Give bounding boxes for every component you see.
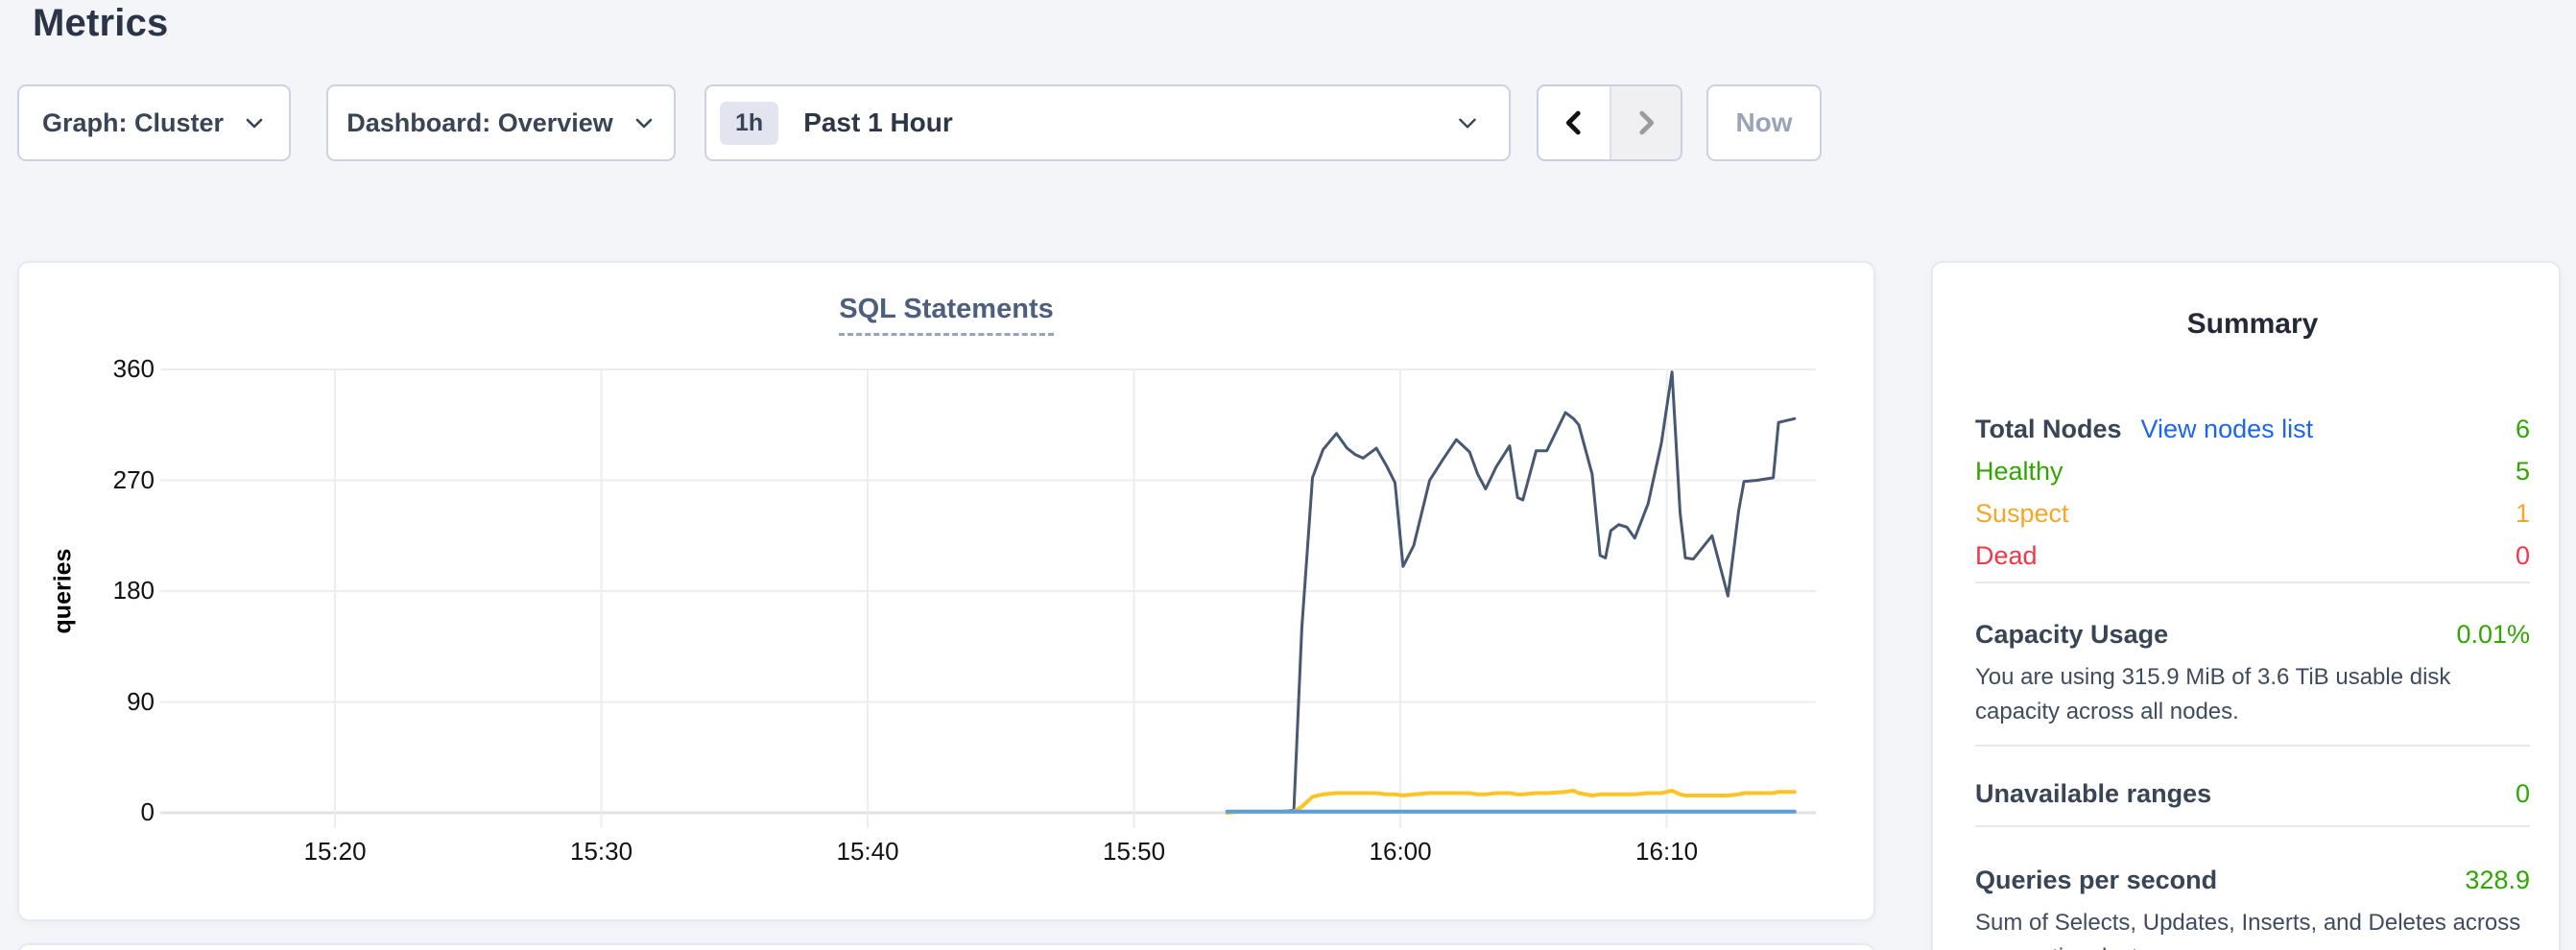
unavailable-ranges-value: 0 — [2516, 777, 2530, 810]
healthy-nodes-row: Healthy 5 — [1975, 455, 2530, 487]
time-window-selector[interactable]: 1h Past 1 Hour — [704, 84, 1511, 161]
y-tick-label: 270 — [19, 465, 155, 495]
y-tick-label: 0 — [19, 797, 155, 827]
time-step-buttons — [1537, 84, 1682, 161]
dashboard-selector-dropdown[interactable]: Dashboard: Overview — [326, 84, 676, 161]
capacity-usage-label: Capacity Usage — [1975, 618, 2168, 651]
queries-per-second-label: Queries per second — [1975, 864, 2217, 896]
y-tick-label: 180 — [19, 576, 155, 606]
y-tick-label: 360 — [19, 354, 155, 384]
series-yellow-line — [1228, 791, 1795, 813]
total-nodes-row: Total Nodes View nodes list 6 — [1975, 413, 2530, 445]
chart-title-link[interactable]: SQL Statements — [839, 294, 1053, 336]
now-button-label: Now — [1735, 107, 1792, 138]
chevron-right-icon — [1630, 107, 1662, 139]
dead-nodes-row: Dead 0 — [1975, 539, 2530, 572]
unavailable-ranges-label: Unavailable ranges — [1975, 777, 2211, 810]
healthy-label: Healthy — [1975, 455, 2063, 487]
dead-value: 0 — [2516, 539, 2530, 572]
chevron-down-icon — [1455, 110, 1480, 135]
x-tick-label: 15:40 — [800, 837, 935, 867]
time-window-badge: 1h — [720, 102, 778, 145]
metrics-page: Metrics Graph: Cluster Dashboard: Overvi… — [0, 0, 2576, 950]
chart-plot — [170, 369, 1816, 813]
suspect-nodes-row: Suspect 1 — [1975, 497, 2530, 530]
previous-time-button[interactable] — [1538, 86, 1610, 159]
next-time-button[interactable] — [1610, 86, 1681, 159]
summary-panel: Summary Total Nodes View nodes list 6 He… — [1931, 261, 2561, 950]
y-tick-label: 90 — [19, 687, 155, 717]
x-tick-label: 16:00 — [1333, 837, 1467, 867]
dashboard-selector-label: Dashboard: Overview — [346, 108, 613, 138]
chevron-down-icon — [243, 111, 266, 134]
total-nodes-value: 6 — [2516, 413, 2530, 445]
unavailable-ranges-row: Unavailable ranges 0 — [1975, 777, 2530, 810]
divider — [1975, 825, 2530, 827]
queries-per-second-value: 328.9 — [2465, 864, 2530, 896]
graph-selector-label: Graph: Cluster — [42, 108, 224, 138]
summary-title: Summary — [1975, 307, 2530, 342]
time-window-label: Past 1 Hour — [803, 107, 953, 138]
page-title: Metrics — [33, 2, 168, 45]
sql-statements-chart-panel: SQL Statements queries 09018027036015:20… — [17, 261, 1875, 921]
toolbar: Graph: Cluster Dashboard: Overview 1h Pa… — [17, 84, 1822, 161]
x-tick-label: 15:50 — [1067, 837, 1202, 867]
divider — [1975, 582, 2530, 583]
dead-label: Dead — [1975, 539, 2038, 572]
graph-selector-dropdown[interactable]: Graph: Cluster — [17, 84, 291, 161]
total-nodes-label: Total Nodes — [1975, 413, 2122, 445]
queries-per-second-description: Sum of Selects, Updates, Inserts, and De… — [1975, 906, 2530, 950]
capacity-usage-description: You are using 315.9 MiB of 3.6 TiB usabl… — [1975, 660, 2530, 729]
x-tick-label: 15:20 — [268, 837, 402, 867]
divider — [1975, 745, 2530, 747]
capacity-usage-row: Capacity Usage 0.01% — [1975, 618, 2530, 651]
next-chart-panel-edge — [17, 943, 1875, 950]
suspect-label: Suspect — [1975, 497, 2069, 530]
chevron-left-icon — [1558, 107, 1590, 139]
suspect-value: 1 — [2516, 497, 2530, 530]
x-tick-label: 16:10 — [1600, 837, 1734, 867]
now-button[interactable]: Now — [1706, 84, 1822, 161]
chart-body: SQL Statements queries 09018027036015:20… — [19, 263, 1873, 919]
chart-title-wrap: SQL Statements — [19, 294, 1873, 336]
chevron-down-icon — [632, 111, 656, 134]
queries-per-second-row: Queries per second 328.9 — [1975, 864, 2530, 896]
capacity-usage-value: 0.01% — [2456, 618, 2530, 651]
x-tick-label: 15:30 — [535, 837, 669, 867]
view-nodes-list-link[interactable]: View nodes list — [2141, 413, 2314, 445]
healthy-value: 5 — [2516, 455, 2530, 487]
